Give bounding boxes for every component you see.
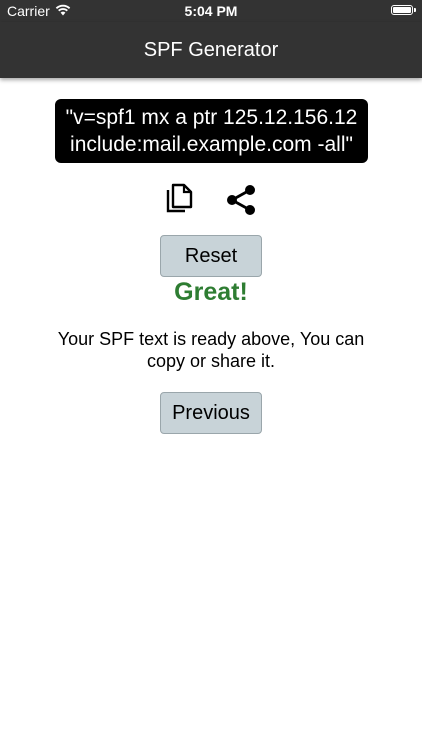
spf-record-text: "v=spf1 mx a ptr 125.12.156.12 include:m… (55, 99, 368, 163)
share-icon (227, 185, 255, 215)
navigation-bar: SPF Generator (0, 22, 422, 78)
action-icons (0, 180, 422, 220)
copy-button[interactable] (160, 180, 200, 220)
copy-icon (166, 183, 193, 213)
status-bar: Carrier 5:04 PM (0, 0, 422, 22)
result-title: Great! (174, 278, 248, 306)
share-button[interactable] (221, 180, 261, 220)
reset-button[interactable]: Reset (160, 235, 262, 277)
page-title: SPF Generator (143, 38, 279, 61)
battery-icon (391, 5, 416, 15)
previous-button[interactable]: Previous (160, 392, 262, 434)
result-message: Your SPF text is ready above, You can co… (57, 329, 365, 371)
status-time: 5:04 PM (184, 3, 238, 19)
